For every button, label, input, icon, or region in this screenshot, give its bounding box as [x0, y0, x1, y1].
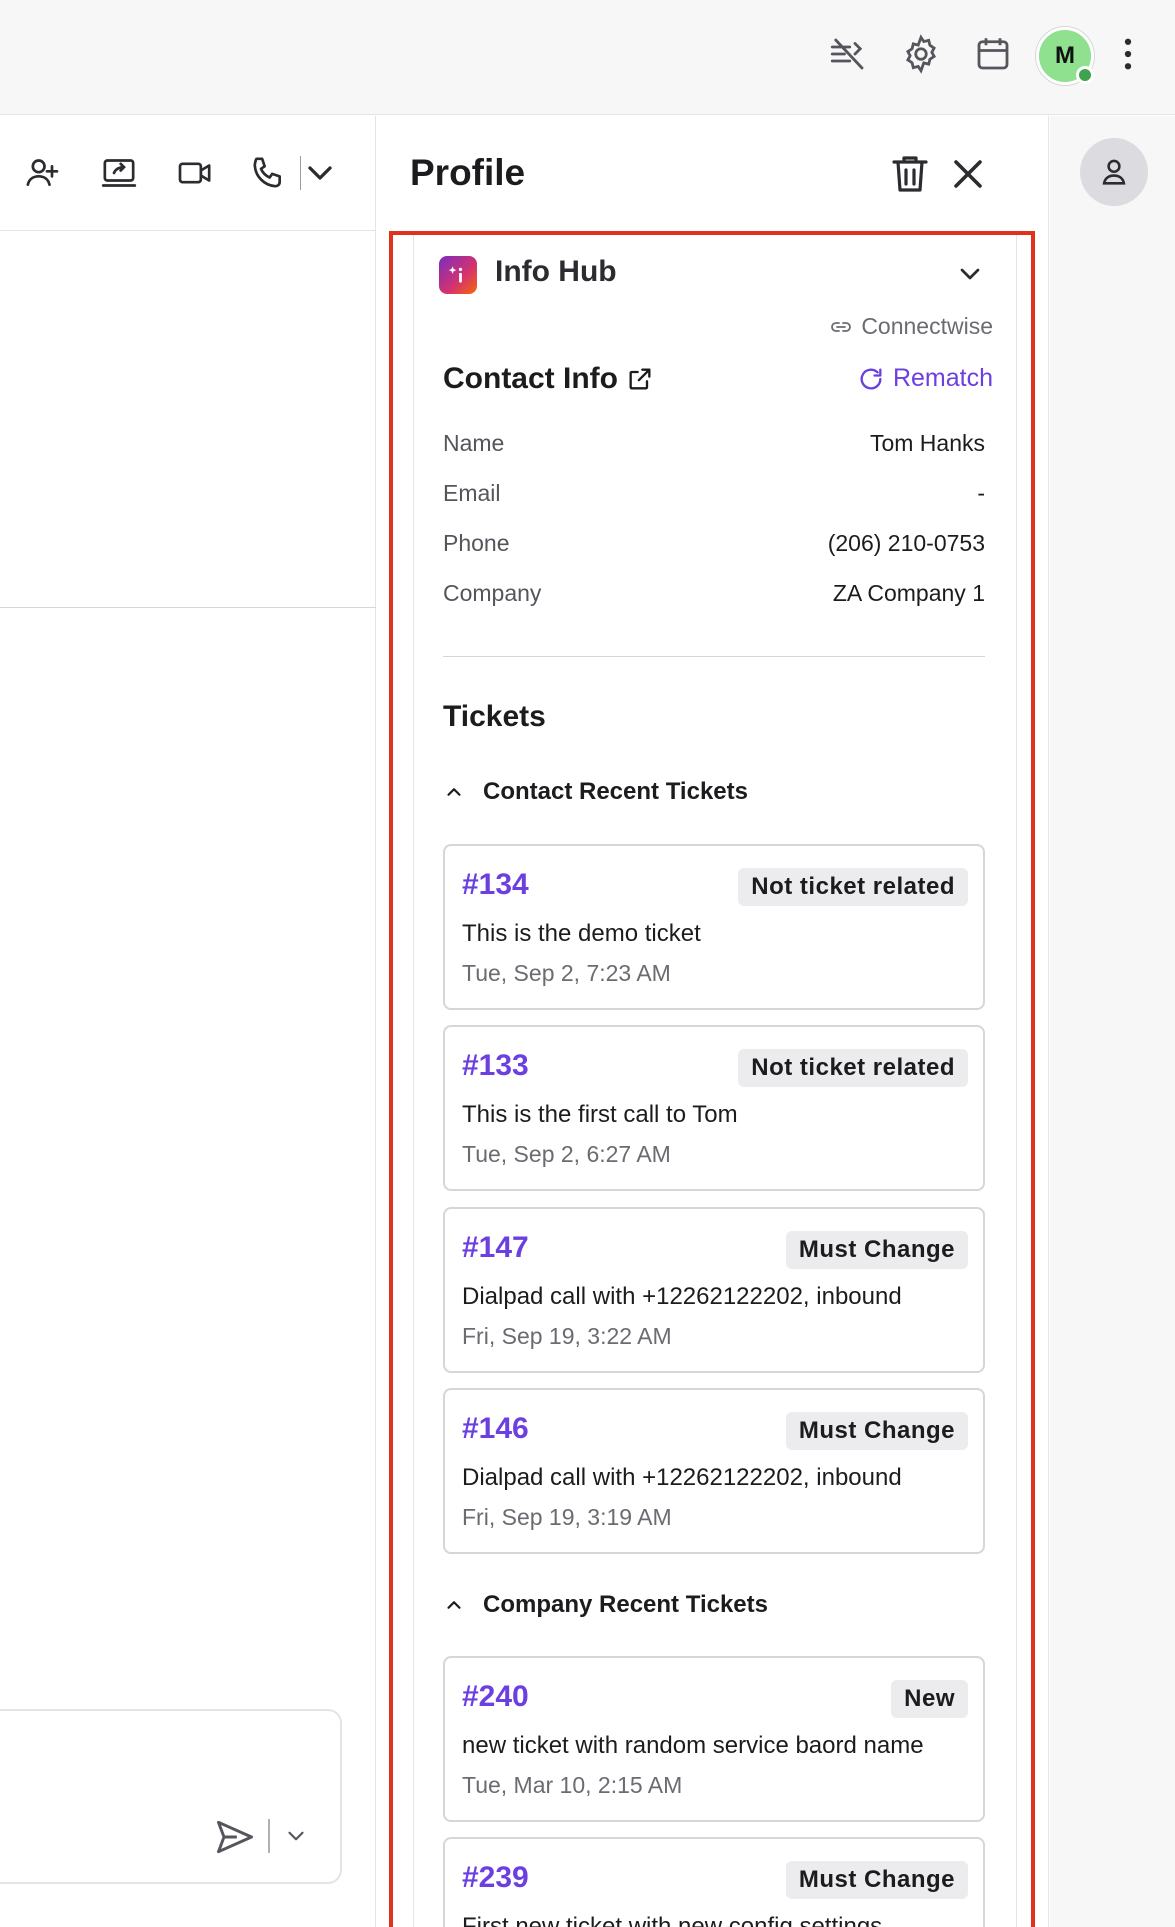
ticket-status-badge: Not ticket related — [738, 1049, 968, 1087]
field-value: (206) 210-0753 — [827, 530, 985, 556]
field-value: ZA Company 1 — [832, 580, 985, 606]
chevron-up-icon — [447, 788, 461, 796]
trash-icon[interactable] — [886, 150, 934, 198]
field-label: Phone — [443, 530, 510, 556]
ticket-date: Fri, Sep 19, 3:19 AM — [462, 1504, 672, 1530]
person-icon — [1102, 159, 1126, 185]
section-divider — [443, 656, 985, 657]
ticket-date: Tue, Sep 2, 6:27 AM — [462, 1141, 671, 1167]
user-initial: M — [1055, 42, 1075, 69]
rematch-label: Rematch — [892, 364, 993, 392]
message-composer[interactable] — [0, 1709, 342, 1884]
field-label: Name — [443, 430, 505, 456]
field-value: - — [977, 480, 985, 506]
ticket-subject: new ticket with random service baord nam… — [462, 1732, 924, 1759]
contact-recent-tickets-toggle[interactable]: Contact Recent Tickets — [443, 778, 748, 806]
collapse-chevron-icon[interactable] — [954, 258, 986, 290]
info-hub-title: Info Hub — [495, 255, 617, 288]
conversation-toolbar — [0, 116, 376, 231]
contact-field-row: Email - — [443, 480, 985, 514]
crm-source-label: Connectwise — [861, 313, 993, 339]
connection-off-icon[interactable] — [824, 30, 872, 78]
external-link-icon[interactable] — [626, 365, 654, 393]
ticket-number[interactable]: #133 — [462, 1049, 529, 1083]
profile-avatar-button[interactable] — [1080, 138, 1148, 206]
ticket-card[interactable]: #134 Not ticket related This is the demo… — [443, 844, 985, 1010]
ticket-subject: First new ticket with new config setting… — [462, 1913, 883, 1927]
send-divider — [268, 1819, 270, 1853]
ticket-subject: Dialpad call with +12262122202, inbound — [462, 1464, 902, 1491]
ticket-date: Tue, Mar 10, 2:15 AM — [462, 1772, 683, 1798]
more-options-icon[interactable] — [1104, 30, 1152, 78]
contact-field-row: Phone (206) 210-0753 — [443, 530, 985, 564]
ticket-card[interactable]: #239 Must Change First new ticket with n… — [443, 1837, 985, 1927]
chevron-down-icon[interactable] — [296, 148, 344, 198]
ticket-card[interactable]: #147 Must Change Dialpad call with +1226… — [443, 1207, 985, 1373]
ticket-number[interactable]: #240 — [462, 1680, 529, 1714]
pane-divider — [0, 607, 376, 608]
link-icon — [831, 321, 852, 332]
group-label: Contact Recent Tickets — [483, 778, 748, 805]
info-hub-logo-icon — [439, 256, 477, 294]
phone-icon[interactable] — [243, 148, 293, 198]
ticket-card[interactable]: #240 New new ticket with random service … — [443, 1656, 985, 1822]
ticket-subject: Dialpad call with +12262122202, inbound — [462, 1283, 902, 1310]
ticket-subject: This is the demo ticket — [462, 920, 701, 947]
ticket-card[interactable]: #133 Not ticket related This is the firs… — [443, 1025, 985, 1191]
ticket-number[interactable]: #146 — [462, 1412, 529, 1446]
ticket-status-badge: Must Change — [785, 1861, 968, 1899]
tickets-title: Tickets — [443, 700, 546, 733]
ticket-subject: This is the first call to Tom — [462, 1101, 738, 1128]
rematch-button[interactable]: Rematch — [857, 364, 993, 393]
right-rail — [1050, 116, 1175, 1927]
refresh-icon — [860, 368, 882, 390]
contact-field-row: Name Tom Hanks — [443, 430, 985, 464]
field-value: Tom Hanks — [869, 430, 985, 456]
send-options-chevron-icon[interactable] — [283, 1823, 309, 1849]
close-icon[interactable] — [944, 150, 992, 198]
crm-source: Connectwise — [829, 313, 993, 340]
ticket-number[interactable]: #147 — [462, 1231, 529, 1265]
share-screen-icon[interactable] — [94, 148, 144, 198]
ticket-status-badge: New — [891, 1680, 968, 1718]
calendar-icon[interactable] — [969, 30, 1017, 78]
info-hub-highlight: Info Hub Connectwise Contact Info Rematc… — [389, 231, 1035, 1927]
field-label: Company — [443, 580, 542, 606]
company-recent-tickets-toggle[interactable]: Company Recent Tickets — [443, 1591, 768, 1619]
ticket-number[interactable]: #134 — [462, 868, 529, 902]
contact-info-label: Contact Info — [443, 362, 618, 395]
ticket-status-badge: Not ticket related — [738, 868, 968, 906]
video-icon[interactable] — [170, 148, 220, 198]
gear-icon[interactable] — [897, 30, 945, 78]
ticket-date: Tue, Sep 2, 7:23 AM — [462, 960, 671, 986]
ticket-number[interactable]: #239 — [462, 1861, 529, 1895]
contact-field-row: Company ZA Company 1 — [443, 580, 985, 614]
field-label: Email — [443, 480, 501, 506]
chevron-up-icon — [447, 1601, 461, 1609]
conversation-pane — [0, 116, 376, 1927]
profile-title: Profile — [410, 152, 526, 193]
ticket-card[interactable]: #146 Must Change Dialpad call with +1226… — [443, 1388, 985, 1554]
top-bar: M — [0, 0, 1175, 115]
send-icon[interactable] — [213, 1815, 257, 1859]
add-person-icon[interactable] — [17, 148, 67, 198]
group-label: Company Recent Tickets — [483, 1591, 768, 1618]
ticket-status-badge: Must Change — [785, 1412, 968, 1450]
ticket-date: Fri, Sep 19, 3:22 AM — [462, 1323, 672, 1349]
ticket-status-badge: Must Change — [785, 1231, 968, 1269]
contact-info-title[interactable]: Contact Info — [443, 362, 654, 396]
presence-indicator — [1076, 66, 1094, 84]
